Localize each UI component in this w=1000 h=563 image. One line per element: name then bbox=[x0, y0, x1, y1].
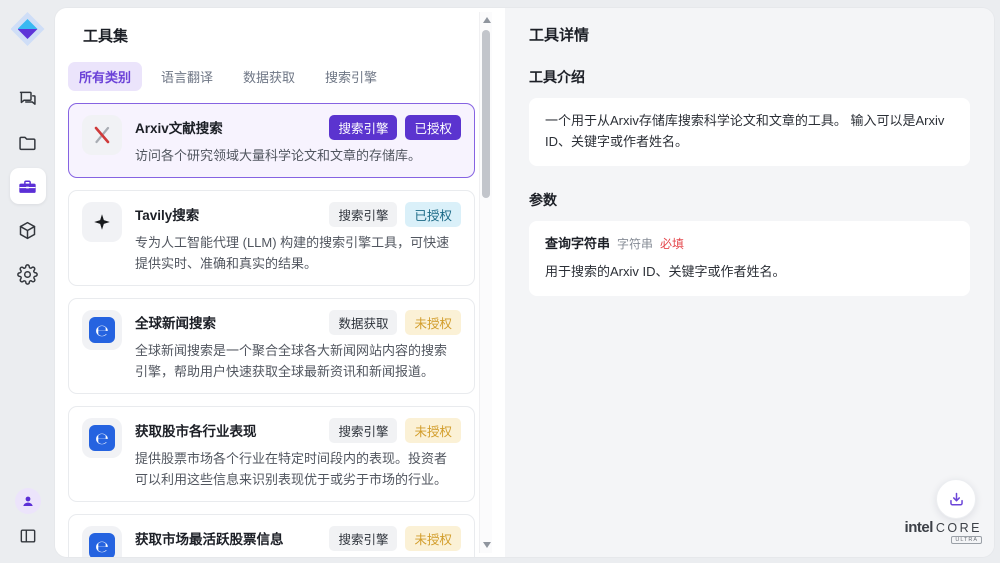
category-tabs: 所有类别语言翻译数据获取搜索引擎 bbox=[68, 62, 505, 91]
category-tab-2[interactable]: 数据获取 bbox=[232, 62, 306, 91]
ultra-badge: ULTRA bbox=[951, 536, 982, 544]
auth-status-badge: 未授权 bbox=[405, 526, 461, 551]
chat-icon[interactable] bbox=[10, 80, 46, 116]
tool-card-0[interactable]: Arxiv文献搜索 搜索引擎 已授权 访问各个研究领域大量科学论文和文章的存储库… bbox=[68, 103, 475, 178]
intro-heading: 工具介绍 bbox=[529, 67, 970, 87]
tool-description: 提供股票市场各个行业在特定时间段内的表现。投资者可以利用这些信息来识别表现优于或… bbox=[135, 448, 457, 490]
toolbox-icon[interactable] bbox=[10, 168, 46, 204]
scroll-down-icon[interactable] bbox=[483, 542, 491, 548]
app-logo-icon bbox=[11, 12, 45, 46]
category-badge: 搜索引擎 bbox=[329, 202, 397, 227]
detail-title: 工具详情 bbox=[529, 24, 970, 45]
arxiv-icon bbox=[82, 115, 122, 155]
core-wordmark: CORE bbox=[936, 521, 982, 535]
auth-status-badge: 已授权 bbox=[405, 115, 461, 140]
intel-core-logo: intel CORE ULTRA bbox=[905, 519, 982, 544]
tool-description: 访问各个研究领域大量科学论文和文章的存储库。 bbox=[135, 145, 457, 166]
cube-icon[interactable] bbox=[10, 212, 46, 248]
star-icon bbox=[82, 202, 122, 242]
gear-icon[interactable] bbox=[10, 256, 46, 292]
download-icon bbox=[947, 490, 966, 509]
tool-list: Arxiv文献搜索 搜索引擎 已授权 访问各个研究领域大量科学论文和文章的存储库… bbox=[55, 101, 505, 557]
tool-detail-panel: 工具详情 工具介绍 一个用于从Arxiv存储库搜索科学论文和文章的工具。 输入可… bbox=[505, 8, 994, 557]
download-button[interactable] bbox=[936, 479, 976, 519]
scrollbar[interactable] bbox=[479, 12, 492, 553]
tool-card-1[interactable]: Tavily搜索 搜索引擎 已授权 专为人工智能代理 (LLM) 构建的搜索引擎… bbox=[68, 190, 475, 286]
tool-card-4[interactable]: ℮ 获取市场最活跃股票信息 搜索引擎 未授权 提供当天交易量最高的股票列表，投资… bbox=[68, 514, 475, 557]
tool-description: 提供当天交易量最高的股票列表，投资者可以利用这些信息来识别流动性强的股票和潜在的… bbox=[135, 556, 457, 557]
params-heading: 参数 bbox=[529, 190, 970, 210]
category-badge: 搜索引擎 bbox=[329, 526, 397, 551]
intro-text: 一个用于从Arxiv存储库搜索科学论文和文章的工具。 输入可以是Arxiv ID… bbox=[545, 113, 944, 149]
tool-description: 全球新闻搜索是一个聚合全球各大新闻网站内容的搜索引擎，帮助用户快速获取全球最新资… bbox=[135, 340, 457, 382]
tool-card-2[interactable]: ℮ 全球新闻搜索 数据获取 未授权 全球新闻搜索是一个聚合全球各大新闻网站内容的… bbox=[68, 298, 475, 394]
tool-title: 获取股市各行业表现 bbox=[135, 418, 257, 440]
user-avatar-icon[interactable] bbox=[15, 488, 41, 514]
param-description: 用于搜索的Arxiv ID、关键字或作者姓名。 bbox=[545, 262, 954, 283]
tool-title: 获取市场最活跃股票信息 bbox=[135, 526, 284, 548]
category-tab-0[interactable]: 所有类别 bbox=[68, 62, 142, 91]
tool-card-3[interactable]: ℮ 获取股市各行业表现 搜索引擎 未授权 提供股票市场各个行业在特定时间段内的表… bbox=[68, 406, 475, 502]
category-tab-1[interactable]: 语言翻译 bbox=[150, 62, 224, 91]
category-tab-3[interactable]: 搜索引擎 bbox=[314, 62, 388, 91]
category-badge: 搜索引擎 bbox=[329, 115, 397, 140]
blue-e-icon: ℮ bbox=[82, 310, 122, 350]
auth-status-badge: 已授权 bbox=[405, 202, 461, 227]
param-required-badge: 必填 bbox=[660, 235, 684, 254]
main-panel: 工具集 所有类别语言翻译数据获取搜索引擎 Arxiv文献搜索 搜索引擎 已授权 … bbox=[55, 8, 994, 557]
tool-title: 全球新闻搜索 bbox=[135, 310, 216, 332]
collapse-panel-icon[interactable] bbox=[18, 526, 38, 549]
auth-status-badge: 未授权 bbox=[405, 310, 461, 335]
toolset-panel: 工具集 所有类别语言翻译数据获取搜索引擎 Arxiv文献搜索 搜索引擎 已授权 … bbox=[55, 8, 505, 557]
category-badge: 数据获取 bbox=[329, 310, 397, 335]
auth-status-badge: 未授权 bbox=[405, 418, 461, 443]
tool-description: 专为人工智能代理 (LLM) 构建的搜索引擎工具，可快速提供实时、准确和真实的结… bbox=[135, 232, 457, 274]
intel-wordmark: intel bbox=[905, 519, 933, 536]
param-box: 查询字符串 字符串 必填 用于搜索的Arxiv ID、关键字或作者姓名。 bbox=[529, 221, 970, 297]
toolset-title: 工具集 bbox=[83, 25, 505, 46]
category-badge: 搜索引擎 bbox=[329, 418, 397, 443]
param-type: 字符串 bbox=[617, 235, 653, 254]
tool-title: Tavily搜索 bbox=[135, 202, 199, 224]
param-name: 查询字符串 bbox=[545, 234, 610, 255]
scroll-up-icon[interactable] bbox=[483, 17, 491, 23]
left-rail bbox=[0, 0, 55, 563]
intro-box: 一个用于从Arxiv存储库搜索科学论文和文章的工具。 输入可以是Arxiv ID… bbox=[529, 98, 970, 166]
blue-e-icon: ℮ bbox=[82, 418, 122, 458]
tool-title: Arxiv文献搜索 bbox=[135, 115, 223, 137]
folder-icon[interactable] bbox=[10, 124, 46, 160]
blue-e-icon: ℮ bbox=[82, 526, 122, 557]
scrollbar-thumb[interactable] bbox=[482, 30, 490, 198]
